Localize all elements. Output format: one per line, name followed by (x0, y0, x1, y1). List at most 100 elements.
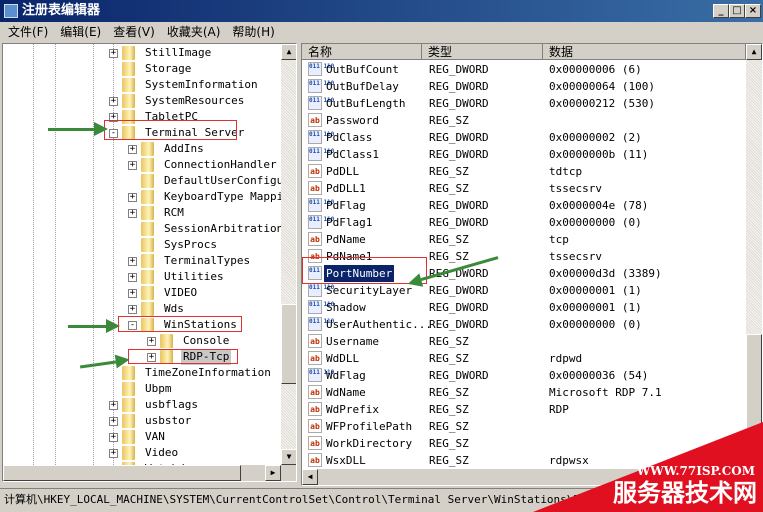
value-row[interactable]: 011 110 Shadow REG_DWORD 0x00000001 (1) (306, 299, 746, 316)
folder-icon (141, 302, 154, 316)
value-row[interactable]: 011 110 SecurityLayer REG_DWORD 0x00000001 … (306, 282, 746, 299)
h-scroll-thumb[interactable] (3, 465, 241, 481)
value-row[interactable]: 011 110 UserAuthentic... REG_DWORD 0x000000… (306, 316, 746, 333)
reg-sz-icon: ab (308, 419, 322, 433)
expand-icon[interactable]: + (128, 289, 137, 298)
value-row[interactable]: 011 110 PdClass1 REG_DWORD 0x0000000b (11) (306, 146, 746, 163)
expand-icon[interactable]: + (109, 97, 118, 106)
expand-icon[interactable]: + (128, 193, 137, 202)
value-data: tcp (549, 233, 569, 246)
expand-icon[interactable]: + (128, 273, 137, 282)
value-row[interactable]: ab WorkDirectory REG_SZ (306, 435, 746, 452)
tree-item[interactable]: + Video (3, 445, 281, 461)
value-row[interactable]: 011 110 OutBufCount REG_DWORD 0x00000006 (6… (306, 61, 746, 78)
expand-icon[interactable]: + (109, 49, 118, 58)
expand-icon[interactable]: + (109, 449, 118, 458)
tree-item-label: SysProcs (164, 238, 217, 251)
column-type[interactable]: 类型 (422, 44, 543, 60)
value-row[interactable]: 011 110 PdFlag1 REG_DWORD 0x00000000 (0) (306, 214, 746, 231)
tree-item[interactable]: SystemInformation (3, 77, 281, 93)
value-data: 0x00000d3d (3389) (549, 267, 662, 280)
value-data: rdpwsx (549, 454, 589, 467)
tree-item[interactable]: + Utilities (3, 269, 281, 285)
value-row[interactable]: ab PdDLL1 REG_SZ tssecsrv (306, 180, 746, 197)
scroll-right-button[interactable]: ▶ (265, 465, 281, 481)
tree-item[interactable]: + ConnectionHandler (3, 157, 281, 173)
column-name[interactable]: 名称 (302, 44, 422, 60)
tree-item[interactable]: + KeyboardType Mapping (3, 189, 296, 205)
expand-icon[interactable]: + (109, 433, 118, 442)
expand-icon[interactable]: + (128, 145, 137, 154)
tree-item[interactable]: + usbstor (3, 413, 281, 429)
value-name: PdName (326, 233, 366, 246)
value-row[interactable]: 011 110 OutBufLength REG_DWORD 0x00000212 (… (306, 95, 746, 112)
scroll-up-button[interactable]: ▲ (281, 44, 296, 60)
tree-item-label: KeyboardType Mapping (164, 190, 297, 203)
value-row[interactable]: ab WdDLL REG_SZ rdpwd (306, 350, 746, 367)
value-row[interactable]: ab Password REG_SZ (306, 112, 746, 129)
tree-item[interactable]: + AddIns (3, 141, 281, 157)
scroll-down-button[interactable]: ▼ (281, 449, 296, 465)
value-row[interactable]: ab PdName REG_SZ tcp (306, 231, 746, 248)
folder-icon (122, 414, 135, 428)
value-type: REG_SZ (429, 114, 469, 127)
tree-item[interactable]: SessionArbitrationHelper (3, 221, 296, 237)
value-row[interactable]: 011 110 WdFlag REG_DWORD 0x00000036 (54) (306, 367, 746, 384)
expand-icon[interactable]: + (109, 417, 118, 426)
tree-item[interactable]: SysProcs (3, 237, 281, 253)
value-type: REG_DWORD (429, 284, 489, 297)
tree-item[interactable]: Storage (3, 61, 281, 77)
value-row[interactable]: ab WFProfilePath REG_SZ (306, 418, 746, 435)
menu-favorites[interactable]: 收藏夹(A) (167, 25, 221, 39)
menu-help[interactable]: 帮助(H) (232, 25, 274, 39)
tree-item[interactable]: DefaultUserConfiguration (3, 173, 296, 189)
expand-icon[interactable]: + (128, 257, 137, 266)
tree-horizontal-scrollbar[interactable]: ▶ (3, 465, 296, 481)
values-vertical-scrollbar[interactable]: ▲ (746, 44, 762, 469)
scroll-up-button[interactable]: ▲ (746, 44, 762, 60)
column-data[interactable]: 数据 (543, 44, 746, 60)
tree-item[interactable]: + SystemResources (3, 93, 281, 109)
menu-edit[interactable]: 编辑(E) (60, 25, 101, 39)
tree-item[interactable]: + RCM (3, 205, 281, 221)
expand-icon[interactable]: + (109, 401, 118, 410)
expand-icon[interactable]: + (128, 209, 137, 218)
tree-item[interactable]: + Console (3, 333, 281, 349)
value-row[interactable]: 011 110 PdFlag REG_DWORD 0x0000004e (78) (306, 197, 746, 214)
tree-item[interactable]: Ubpm (3, 381, 281, 397)
value-type: REG_SZ (429, 420, 469, 433)
expand-icon[interactable]: + (128, 161, 137, 170)
expand-icon[interactable]: + (128, 305, 137, 314)
close-button[interactable]: × (745, 4, 761, 18)
folder-icon (122, 382, 135, 396)
menu-view[interactable]: 查看(V) (113, 25, 155, 39)
value-data: rdpwd (549, 352, 583, 365)
reg-dword-icon: 011 110 (308, 368, 334, 382)
minimize-button[interactable]: _ (713, 4, 729, 18)
tree-item[interactable]: + VAN (3, 429, 281, 445)
value-row[interactable]: ab WdName REG_SZ Microsoft RDP 7.1 (306, 384, 746, 401)
value-row[interactable]: ab PdDLL REG_SZ tdtcp (306, 163, 746, 180)
value-data: 0x00000006 (6) (549, 63, 642, 76)
value-row[interactable]: ab WdPrefix REG_SZ RDP (306, 401, 746, 418)
tree-item[interactable]: + Wds (3, 301, 281, 317)
maximize-button[interactable]: □ (729, 4, 745, 18)
tree-item[interactable]: + usbflags (3, 397, 281, 413)
tree-item[interactable]: + VIDEO (3, 285, 281, 301)
value-row[interactable]: 011 110 PdClass REG_DWORD 0x00000002 (2) (306, 129, 746, 146)
value-name: UserAuthentic... (326, 318, 432, 331)
value-row[interactable]: ab Username REG_SZ (306, 333, 746, 350)
tree-item[interactable]: TimeZoneInformation (3, 365, 281, 381)
menu-file[interactable]: 文件(F) (8, 25, 48, 39)
arrow-icon (48, 122, 108, 136)
folder-icon (141, 142, 154, 156)
tree-item[interactable]: + StillImage (3, 45, 281, 61)
value-name: OutBufLength (326, 97, 406, 110)
tree-item-label: VAN (145, 430, 165, 443)
scroll-left-button[interactable]: ◀ (302, 469, 318, 485)
tree-item[interactable]: + TerminalTypes (3, 253, 281, 269)
tree-vertical-scrollbar[interactable]: ▲ ▼ (281, 44, 296, 465)
scroll-thumb[interactable] (281, 304, 296, 384)
expand-icon[interactable]: + (147, 337, 156, 346)
value-row[interactable]: 011 110 OutBufDelay REG_DWORD 0x00000064 (1… (306, 78, 746, 95)
